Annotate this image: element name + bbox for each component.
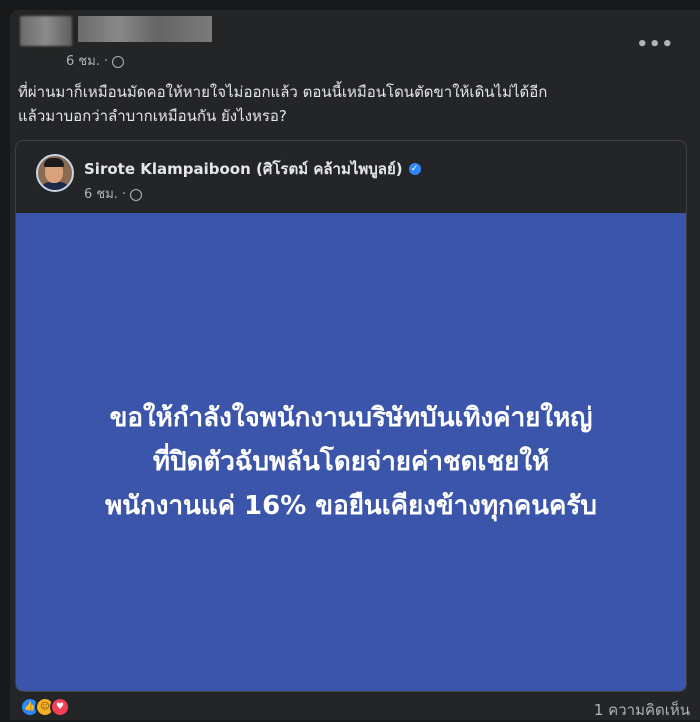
image-text-line-3: พนักงานแค่ 16% ขอยืนเคียงข้างทุกคนครับ — [105, 491, 597, 521]
globe-icon — [112, 55, 125, 68]
shared-author-avatar[interactable] — [36, 154, 74, 192]
blurred-avatar[interactable] — [20, 16, 72, 46]
post-text-line-1: ที่ผ่านมาก็เหมือนมัดคอให้หายใจไม่ออกแล้ว… — [18, 83, 548, 101]
post-card: 6 ชม. · ••• ที่ผ่านมาก็เหมือนมัดคอให้หาย… — [10, 10, 700, 720]
post-time[interactable]: 6 ชม. · — [66, 50, 108, 71]
blurred-author-name[interactable] — [78, 16, 212, 42]
post-text: ที่ผ่านมาก็เหมือนมัดคอให้หายใจไม่ออกแล้ว… — [18, 80, 678, 128]
image-text-line-2: ที่ปิดตัวฉับพลันโดยจ่ายค่าชดเชยให้ — [152, 447, 550, 477]
comments-count[interactable]: 1 ความคิดเห็น — [594, 698, 690, 722]
shared-post-time[interactable]: 6 ชม. · — [84, 183, 126, 204]
shared-author-label[interactable]: Sirote Klampaiboon (ศิโรตม์ คล้ามไพบูลย์… — [84, 157, 403, 181]
verified-badge-icon: ✓ — [408, 163, 421, 175]
shared-post[interactable]: Sirote Klampaiboon (ศิโรตม์ คล้ามไพบูลย์… — [15, 140, 687, 692]
shared-author-name[interactable]: Sirote Klampaiboon (ศิโรตม์ คล้ามไพบูลย์… — [84, 157, 421, 181]
reactions-summary[interactable]: 👍 ☺ ♥ — [20, 697, 70, 717]
text-image-panel[interactable]: ขอให้กำลังใจพนักงานบริษัทบันเทิงค่ายใหญ่… — [16, 213, 686, 691]
image-text-line-1: ขอให้กำลังใจพนักงานบริษัทบันเทิงค่ายใหญ่ — [109, 403, 593, 433]
post-meta: 6 ชม. · — [66, 50, 125, 71]
post-text-line-2: แล้วมาบอกว่าลำบากเหมือนกัน ยังไงหรอ? — [18, 107, 287, 125]
love-icon: ♥ — [50, 697, 70, 717]
post-footer: 👍 ☺ ♥ 1 ความคิดเห็น — [10, 690, 700, 720]
shared-post-meta: 6 ชม. · — [84, 183, 143, 204]
more-options-button[interactable]: ••• — [636, 34, 674, 55]
globe-icon — [130, 188, 143, 201]
image-text: ขอให้กำลังใจพนักงานบริษัทบันเทิงค่ายใหญ่… — [41, 396, 661, 528]
